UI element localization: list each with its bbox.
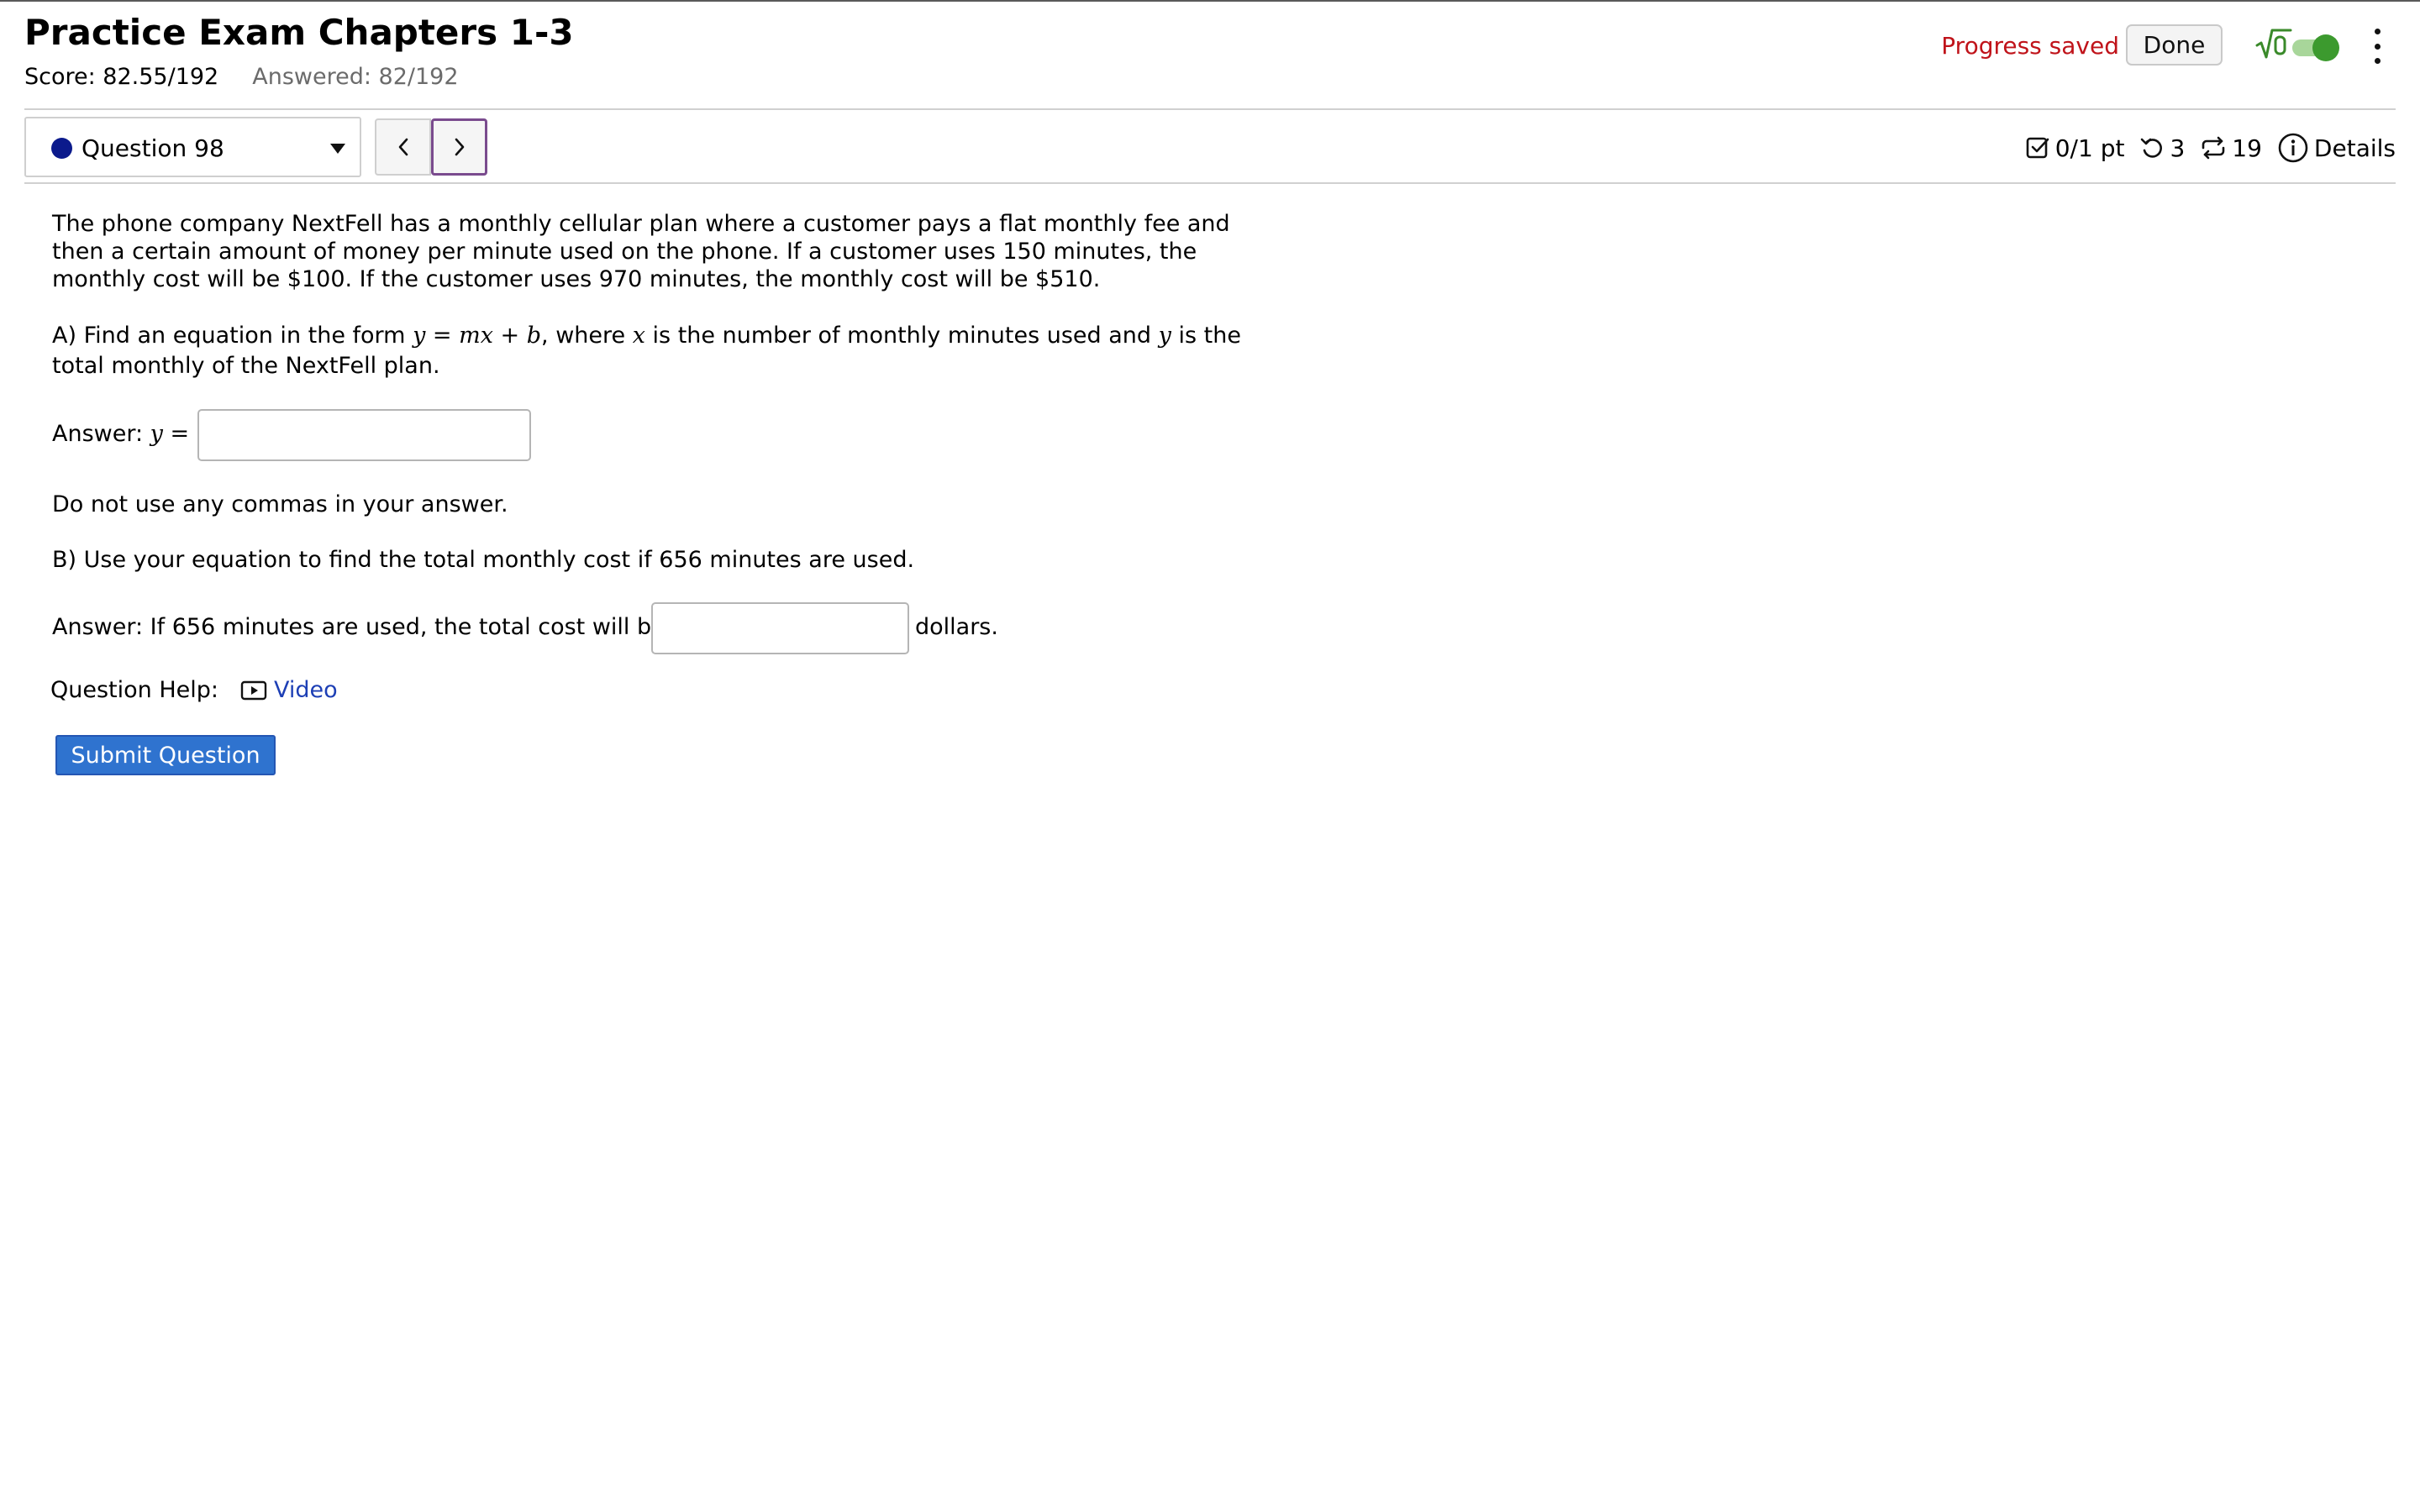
next-question-button[interactable] [431,118,487,176]
x-variable: x [632,323,645,349]
sqrt-icon[interactable] [2255,27,2292,60]
checkbox-icon [2026,137,2049,159]
info-icon [2278,133,2308,163]
part-a-prompt: A) Find an equation in the form y = mx +… [52,322,1241,349]
part-a-answer-label: Answer: y = [52,420,189,448]
retry-icon [2141,138,2163,158]
answer-lhs: y = [150,421,190,447]
comma-note: Do not use any commas in your answer. [52,491,508,517]
cost-answer-input[interactable] [651,602,909,654]
details-label: Details [2313,134,2396,162]
question-meta: 0/1 pt 3 19 Details [2025,129,2396,166]
nav-divider [24,182,2396,184]
video-link[interactable]: Video [240,677,338,703]
part-a-where: , where [541,323,626,349]
question-select-dropdown[interactable]: Question 98 [24,117,361,177]
kebab-menu-icon[interactable] [2368,29,2386,64]
answer-label: Answer: [52,421,144,447]
chevron-left-icon [398,138,408,156]
selected-question-label: Question 98 [82,134,224,162]
part-a-intro: A) Find an equation in the form [52,323,406,349]
question-paragraph-line: The phone company NextFell has a monthly… [52,211,1230,237]
y-description: is the [1178,323,1241,349]
part-a-line2: total monthly of the NextFell plan. [52,353,440,379]
part-b-answer-label: Answer: If 656 minutes are used, the tot… [52,614,666,640]
equation-answer-input[interactable] [197,409,531,461]
repeat-icon [2202,136,2225,160]
y-variable: y [1158,323,1171,349]
math-toggle-switch[interactable] [2292,34,2339,61]
question-paragraph-line: monthly cost will be $100. If the custom… [52,266,1101,292]
versions-indicator: 19 [2200,134,2262,162]
video-icon [240,680,267,700]
dollars-suffix: dollars. [915,614,998,640]
points-text: 0/1 pt [2054,134,2125,162]
question-paragraph-line: then a certain amount of money per minut… [52,239,1197,265]
caret-down-icon [330,144,345,154]
question-status-dot-icon [51,138,72,159]
score-text: Score: 82.55/192 [24,64,219,90]
x-description: is the number of monthly minutes used an… [652,323,1152,349]
details-button[interactable]: Details [2277,132,2396,164]
page-title: Practice Exam Chapters 1-3 [24,12,574,53]
previous-question-button[interactable] [375,118,431,176]
versions-text: 19 [2232,134,2262,162]
answered-text: Answered: 82/192 [252,64,459,90]
question-help-label: Question Help: [50,677,218,703]
retries-indicator: 3 [2139,134,2185,162]
equation-form: y = mx + b [413,323,542,349]
part-b-prompt: B) Use your equation to find the total m… [52,547,915,573]
score-summary: Score: 82.55/192 Answered: 82/192 [24,64,459,90]
chevron-right-icon [455,138,464,156]
retries-text: 3 [2170,134,2186,162]
top-border [0,0,2420,2]
video-label: Video [274,677,338,703]
points-indicator: 0/1 pt [2025,134,2125,162]
submit-question-button[interactable]: Submit Question [55,735,276,775]
header-divider [24,108,2396,110]
toggle-knob [2312,34,2339,61]
question-help: Question Help: Video [50,677,338,703]
progress-saved-status: Progress saved [1941,32,2119,60]
done-button[interactable]: Done [2126,24,2223,66]
